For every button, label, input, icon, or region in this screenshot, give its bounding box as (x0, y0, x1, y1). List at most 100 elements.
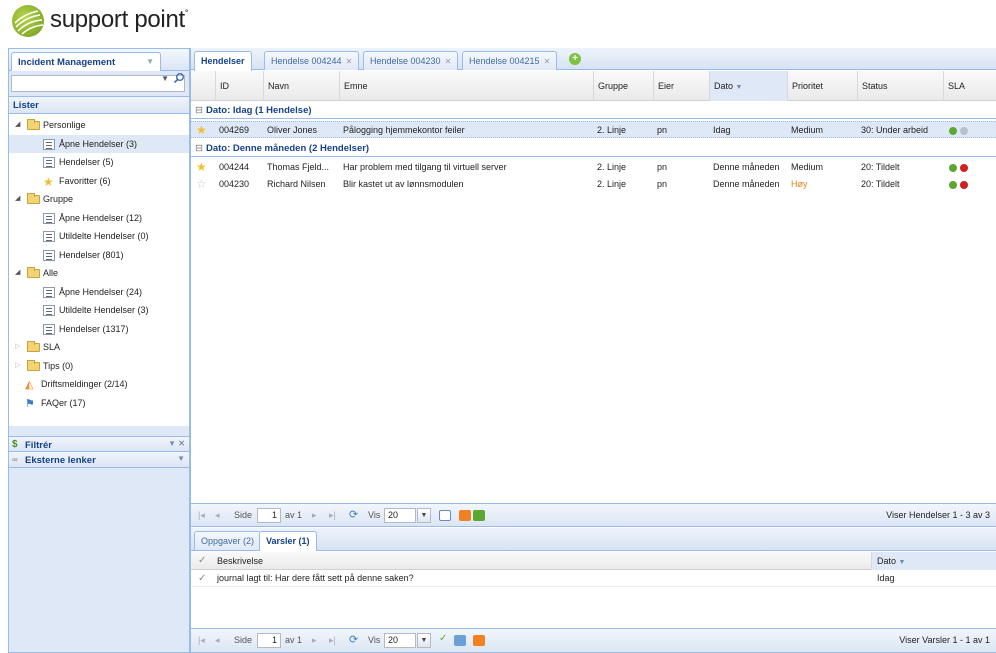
favorite-star-icon[interactable]: ★ (196, 159, 207, 176)
chevron-down-icon[interactable]: ▼ (417, 633, 431, 648)
cell-prioritet: Medium (791, 125, 824, 135)
collapse-icon[interactable]: ⊟ (195, 105, 203, 116)
alert-icon: ◭ (25, 379, 34, 391)
column-header-prioritet[interactable]: Prioritet (787, 71, 857, 101)
last-page-icon[interactable]: ▸| (329, 510, 336, 521)
folder-icon (27, 119, 40, 130)
expanded-icon[interactable]: ◢ (15, 264, 20, 282)
tab-varsler[interactable]: Varsler (1) (259, 531, 317, 551)
sidebar-item-label: Personlige (43, 120, 86, 130)
sidebar-item[interactable]: Utildelte Hendelser (3) (9, 301, 189, 320)
column-header-sla[interactable]: SLA (943, 71, 996, 101)
tab-oppgaver[interactable]: Oppgaver (2) (194, 531, 262, 550)
column-header-dato[interactable]: Dato ▼ (709, 71, 787, 101)
close-icon[interactable]: ✕ (346, 57, 353, 66)
page-size-select[interactable]: 20 (384, 633, 416, 648)
sidebar-item[interactable]: Hendelser (1317) (9, 320, 189, 339)
chevron-down-icon[interactable]: ▼ (417, 508, 431, 523)
excel-export-icon[interactable] (473, 510, 485, 521)
tab-hendelser[interactable]: Hendelser (194, 51, 252, 71)
tab-hendelse-004215[interactable]: Hendelse 004215 ✕ (462, 51, 558, 70)
prev-page-icon[interactable]: ◂ (215, 510, 220, 521)
sidebar-item[interactable]: ◢ Personlige (9, 116, 189, 135)
sidebar-item[interactable]: Åpne Hendelser (24) (9, 283, 189, 302)
expanded-icon[interactable]: ◢ (15, 116, 20, 134)
last-page-icon[interactable]: ▸| (329, 635, 336, 646)
refresh-icon[interactable]: ⟳ (349, 508, 358, 521)
sidebar-item-label: Utildelte Hendelser (0) (59, 231, 149, 241)
close-icon[interactable]: ✕ (445, 57, 452, 66)
sidebar-item[interactable]: ▷ SLA (9, 338, 189, 357)
table-row[interactable]: ★ 004269 Oliver Jones Pålogging hjemmekonto… (191, 121, 996, 138)
module-selector[interactable]: Incident Management ▼ (11, 52, 161, 71)
incidents-pager: |◂ ◂ Side 1 av 1 ▸ ▸| ⟳ Vis 20 ▼ Viser H… (191, 503, 996, 527)
search-input[interactable] (11, 75, 185, 92)
next-page-icon[interactable]: ▸ (312, 635, 317, 646)
column-header-gruppe[interactable]: Gruppe (593, 71, 653, 101)
group-header[interactable]: ⊟ Dato: Idag (1 Hendelse) (191, 102, 996, 119)
table-row[interactable]: ★ 004244 Thomas Fjeld... Har problem med ti… (191, 159, 996, 176)
page-size-select[interactable]: 20 (384, 508, 416, 523)
external-links-header[interactable]: ∞ Eksterne lenker ▼ (9, 452, 189, 468)
column-header-emne[interactable]: Emne (339, 71, 593, 101)
chevron-down-icon[interactable]: ▼ (177, 454, 185, 463)
sidebar-item[interactable]: ★ Favoritter (6) (9, 172, 189, 191)
close-icon[interactable]: ✕ (544, 57, 551, 66)
column-header-dato[interactable]: Dato ▼ (871, 552, 996, 570)
sidebar-item[interactable]: ▷ Tips (0) (9, 357, 189, 376)
page-input[interactable]: 1 (257, 508, 281, 523)
sidebar-item[interactable]: ◢ Alle (9, 264, 189, 283)
column-header-beskrivelse[interactable]: Beskrivelse (217, 556, 263, 566)
sidebar-item[interactable]: Åpne Hendelser (3) (9, 134, 189, 153)
tab-hendelse-004230[interactable]: Hendelse 004230 ✕ (363, 51, 459, 70)
columns-icon[interactable] (439, 510, 451, 521)
sidebar-item[interactable]: ⚑ FAQer (17) (9, 394, 189, 413)
column-header-status[interactable]: Status (857, 71, 943, 101)
first-page-icon[interactable]: |◂ (198, 510, 205, 521)
expanded-icon[interactable]: ◢ (15, 190, 20, 208)
favorite-star-icon[interactable]: ★ (196, 122, 207, 139)
chevron-down-icon[interactable]: ▼ (146, 57, 154, 66)
sidebar-item[interactable]: Utildelte Hendelser (0) (9, 227, 189, 246)
sidebar-item[interactable]: Hendelser (801) (9, 246, 189, 265)
prev-page-icon[interactable]: ◂ (215, 635, 220, 646)
sidebar-item-label: Åpne Hendelser (24) (59, 286, 143, 297)
check-icon[interactable]: ✓ (439, 633, 447, 644)
collapsed-icon[interactable]: ▷ (15, 338, 20, 356)
favorite-star-icon[interactable]: ☆ (196, 176, 207, 193)
page-input[interactable]: 1 (257, 633, 281, 648)
filter-panel-header[interactable]: $ Filtrér ▼ ✕ (9, 436, 189, 452)
email-icon[interactable] (473, 635, 485, 646)
table-row[interactable]: ✓ journal lagt til: Har dere fått sett p… (191, 570, 996, 587)
sidebar-item[interactable]: ◢ Gruppe (9, 190, 189, 209)
search-dropdown-icon[interactable]: ▼ (161, 74, 169, 83)
add-tab-icon[interactable]: + (569, 53, 581, 65)
column-header-navn[interactable]: Navn (263, 71, 339, 101)
first-page-icon[interactable]: |◂ (198, 635, 205, 646)
sidebar-item[interactable]: ◭ Driftsmeldinger (2/14) (9, 375, 189, 394)
table-row[interactable]: ☆ 004230 Richard Nilsen Blir kastet ut av l… (191, 176, 996, 193)
app-header: support point° (0, 0, 996, 44)
users-icon[interactable] (454, 635, 466, 646)
check-icon: ✓ (198, 555, 207, 566)
column-header-id[interactable]: ID (215, 71, 263, 101)
sidebar-item[interactable]: Åpne Hendelser (12) (9, 209, 189, 228)
collapsed-icon[interactable]: ▷ (15, 357, 20, 375)
link-icon: ∞ (12, 455, 18, 464)
search-icon[interactable] (173, 72, 185, 84)
grid-header: ID Navn Emne Gruppe Eier Dato ▼ Priorite… (191, 71, 996, 101)
sidebar-item-label: FAQer (17) (41, 397, 86, 408)
support-point-logo-icon (12, 5, 44, 37)
refresh-icon[interactable]: ⟳ (349, 633, 358, 646)
next-page-icon[interactable]: ▸ (312, 510, 317, 521)
tab-hendelse-004244[interactable]: Hendelse 004244 ✕ (264, 51, 360, 70)
column-header-eier[interactable]: Eier (653, 71, 709, 101)
collapse-icon[interactable]: ⊟ (195, 143, 203, 154)
sidebar-item-label: Tips (0) (43, 360, 74, 371)
sidebar-item[interactable]: Hendelser (5) (9, 153, 189, 172)
filter-controls[interactable]: ▼ ✕ (168, 439, 185, 448)
list-icon (43, 157, 55, 168)
group-header[interactable]: ⊟ Dato: Denne måneden (2 Hendelser) (191, 140, 996, 157)
cell-emne: Blir kastet ut av lønnsmodulen (343, 179, 464, 189)
email-icon[interactable] (459, 510, 471, 521)
